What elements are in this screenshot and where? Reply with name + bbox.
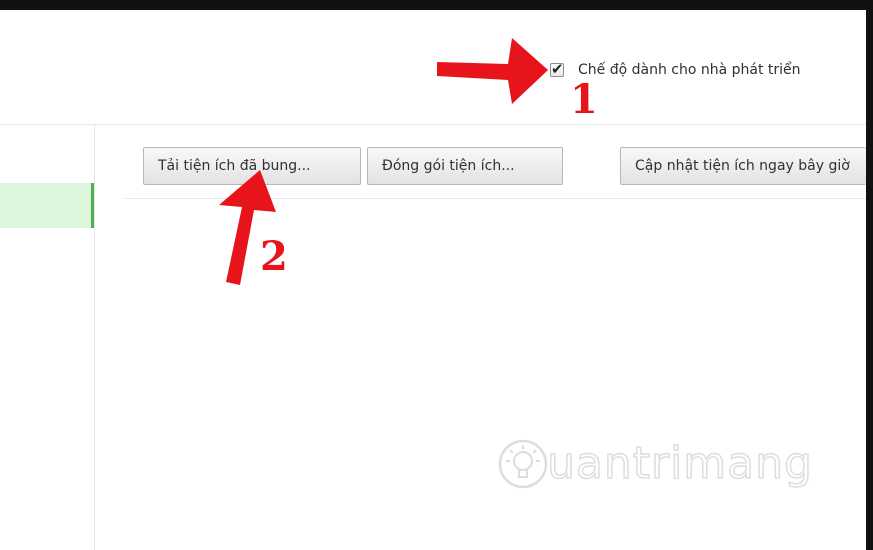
lightbulb-logo-icon bbox=[497, 438, 549, 490]
watermark: uantrimang bbox=[497, 437, 813, 490]
window-frame-top bbox=[0, 0, 873, 10]
sidebar-item-extensions[interactable] bbox=[0, 183, 94, 228]
window-frame-right bbox=[866, 0, 873, 550]
arrow-up-icon bbox=[219, 170, 276, 285]
sidebar bbox=[0, 125, 95, 550]
update-extensions-button[interactable]: Cập nhật tiện ích ngay bây giờ bbox=[620, 147, 866, 185]
developer-mode-checkbox[interactable]: ✔ bbox=[550, 60, 564, 78]
pack-extension-button[interactable]: Đóng gói tiện ích... bbox=[367, 147, 563, 185]
annotation-number-2: 2 bbox=[260, 233, 288, 280]
load-unpacked-button[interactable]: Tải tiện ích đã bung... bbox=[143, 147, 361, 185]
developer-mode-toggle[interactable]: ✔ Chế độ dành cho nhà phát triển bbox=[550, 60, 801, 78]
toolbar-divider bbox=[124, 198, 866, 199]
developer-mode-label[interactable]: Chế độ dành cho nhà phát triển bbox=[578, 62, 801, 78]
watermark-text: uantrimang bbox=[546, 437, 813, 490]
checkmark-icon: ✔ bbox=[551, 60, 564, 78]
